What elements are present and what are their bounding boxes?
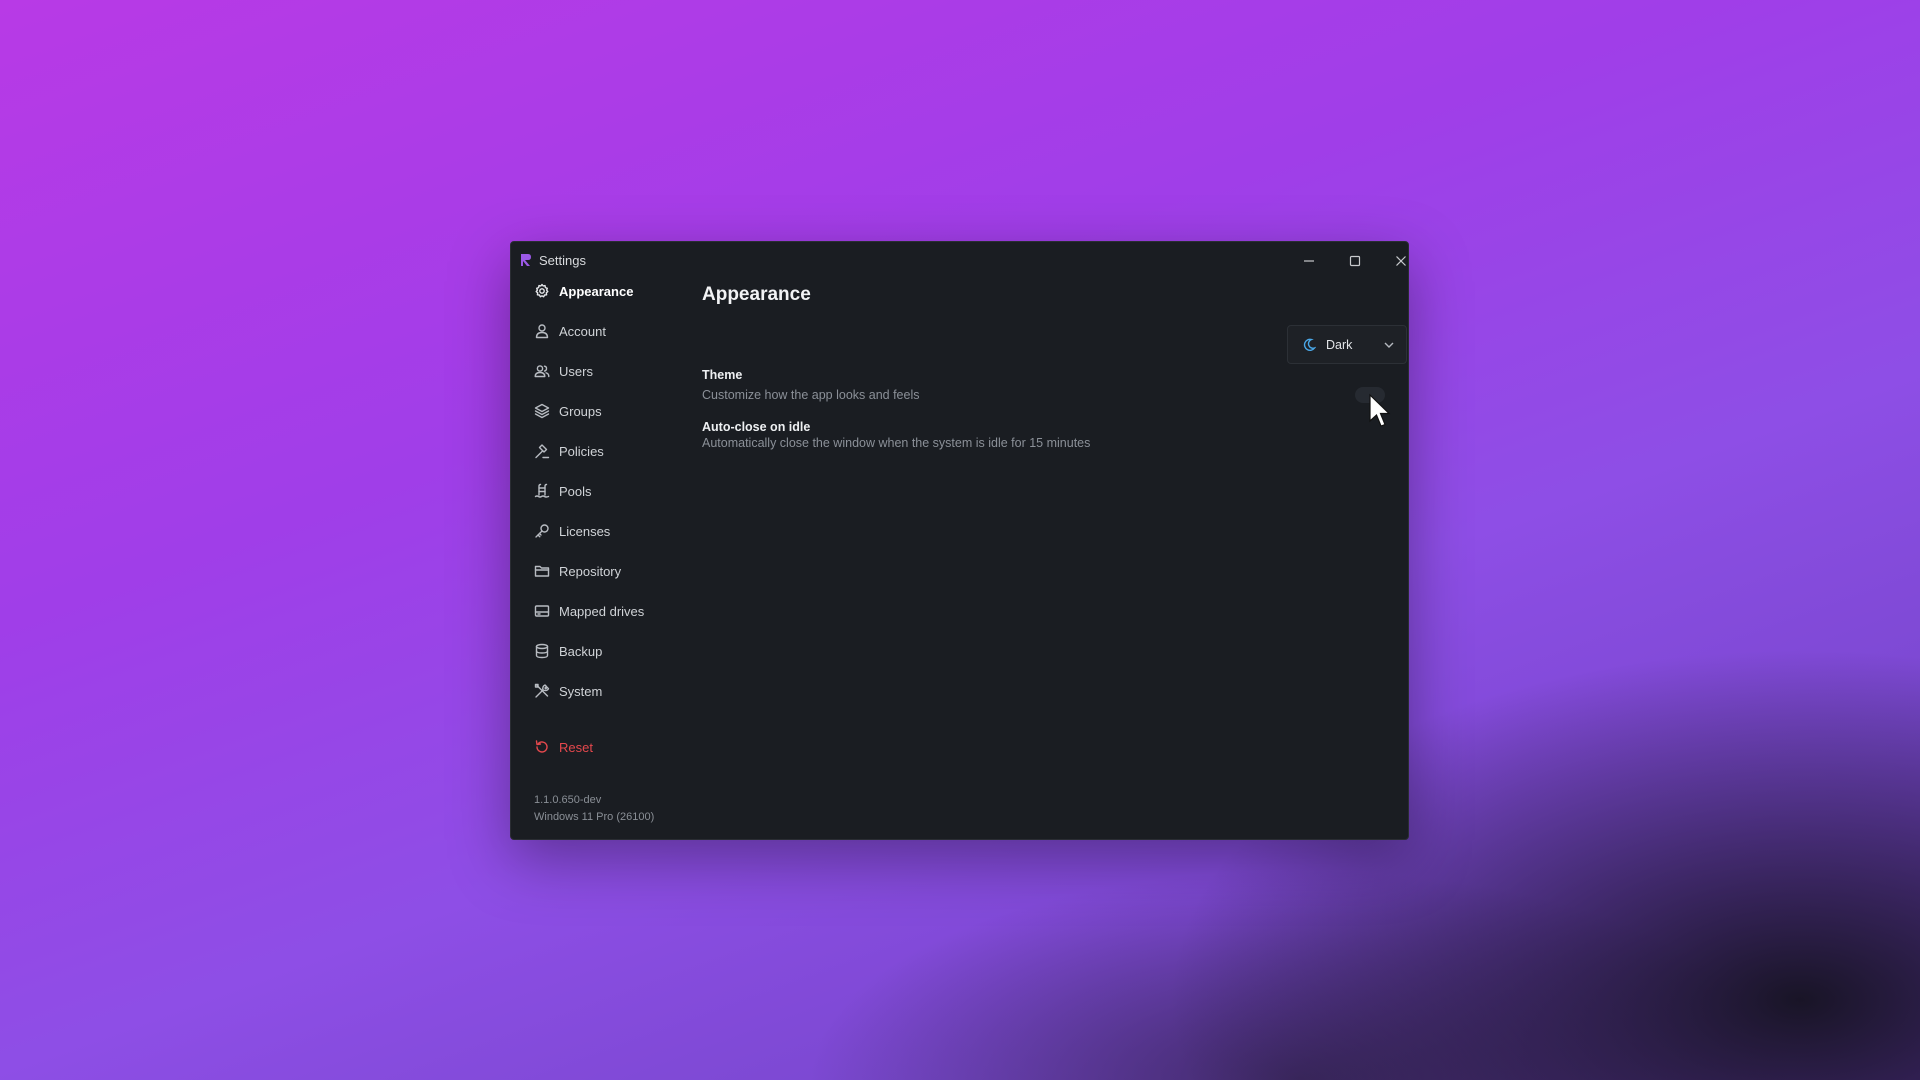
undo-icon [535, 740, 548, 753]
sidebar-item-label: Backup [559, 643, 603, 659]
app-logo-icon [521, 254, 531, 266]
auto-close-setting-title: Auto-close on idle [702, 420, 811, 434]
pool-icon [534, 483, 550, 498]
moon-icon [1303, 338, 1316, 351]
sidebar-item-appearance[interactable]: Appearance [534, 278, 674, 304]
sidebar: Appearance Account Users Groups Policies… [511, 280, 671, 839]
auto-close-toggle[interactable] [1355, 387, 1385, 403]
key-icon [535, 524, 549, 538]
gavel-icon [535, 444, 550, 459]
minimize-button[interactable] [1290, 248, 1328, 274]
sidebar-item-policies[interactable]: Policies [534, 438, 674, 464]
reset-button[interactable]: Reset [534, 734, 674, 760]
sidebar-item-licenses[interactable]: Licenses [534, 518, 674, 544]
theme-dropdown[interactable]: Dark [1287, 325, 1407, 364]
settings-content: Appearance Theme Customize how the app l… [702, 280, 1408, 839]
close-icon [1396, 256, 1406, 266]
sidebar-item-label: Account [559, 323, 606, 339]
drive-icon [534, 605, 550, 617]
title-bar[interactable]: Settings [511, 242, 1408, 280]
layers-icon [534, 403, 550, 419]
chevron-down-icon [1384, 342, 1394, 348]
gear-icon [535, 283, 549, 298]
users-icon [534, 365, 550, 378]
sidebar-item-users[interactable]: Users [534, 358, 674, 384]
sidebar-item-label: Appearance [559, 283, 634, 299]
settings-window: Settings Appearance Account Users Groups [510, 241, 1409, 840]
sidebar-item-repository[interactable]: Repository [534, 558, 674, 584]
maximize-icon [1349, 255, 1361, 267]
theme-setting-description: Customize how the app looks and feels [702, 388, 920, 402]
folder-icon [534, 565, 550, 577]
sidebar-item-backup[interactable]: Backup [534, 638, 674, 664]
sidebar-item-account[interactable]: Account [534, 318, 674, 344]
window-title: Settings [539, 253, 586, 268]
sidebar-item-label: Pools [559, 483, 592, 499]
maximize-button[interactable] [1336, 248, 1374, 274]
sidebar-item-label: System [559, 683, 603, 699]
page-title: Appearance [702, 284, 811, 305]
user-icon [535, 324, 549, 339]
auto-close-setting-description: Automatically close the window when the … [702, 436, 1091, 450]
sidebar-item-label: Groups [559, 403, 602, 419]
app-version: 1.1.0.650-dev [534, 794, 602, 806]
minimize-icon [1304, 260, 1314, 262]
sidebar-item-groups[interactable]: Groups [534, 398, 674, 424]
theme-dropdown-value: Dark [1326, 338, 1353, 352]
sidebar-item-label: Licenses [559, 523, 611, 539]
tools-icon [534, 683, 550, 698]
reset-label: Reset [559, 739, 593, 755]
database-icon [535, 643, 549, 659]
sidebar-item-label: Mapped drives [559, 603, 645, 619]
os-version: Windows 11 Pro (26100) [534, 811, 655, 823]
sidebar-item-label: Policies [559, 443, 604, 459]
sidebar-item-pools[interactable]: Pools [534, 478, 674, 504]
sidebar-item-label: Repository [559, 563, 622, 579]
close-button[interactable] [1382, 248, 1420, 274]
theme-setting-title: Theme [702, 368, 743, 382]
sidebar-item-mapped-drives[interactable]: Mapped drives [534, 598, 674, 624]
sidebar-item-label: Users [559, 363, 593, 379]
sidebar-item-system[interactable]: System [534, 678, 674, 704]
